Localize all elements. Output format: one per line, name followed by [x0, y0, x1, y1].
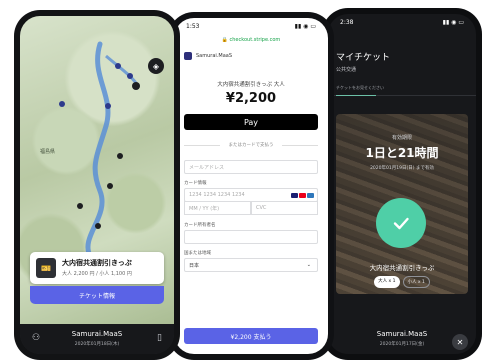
- page-title: マイチケット: [336, 53, 391, 63]
- merchant-logo-icon: [184, 52, 192, 60]
- cardholder-label: カード所有者名: [184, 223, 216, 228]
- map-screen: 福島県 ◈ 🎫 大内宿共通割引きっぷ 大人 2,200 円 / 小人 1,100…: [20, 16, 174, 354]
- adult-count-badge: 大人 x 1: [374, 276, 400, 288]
- remaining-label: 有効期限: [391, 135, 412, 141]
- passenger-counts: 大人 x 1 小人 x 1: [328, 276, 476, 288]
- map-town-label: 福島県: [40, 149, 56, 155]
- ticket-info-button[interactable]: チケット情報: [30, 286, 164, 304]
- card-brands-icon: [291, 193, 314, 198]
- product-name: 大内宿共通割引きっぷ 大人: [217, 82, 285, 88]
- bottom-bar: ⚇ Samurai.MaaS 2020年01月18日(木) ▯: [20, 324, 174, 354]
- cvc-input[interactable]: CVC: [251, 201, 318, 215]
- bus-stop-marker: [77, 203, 83, 209]
- bus-stop-marker: [105, 103, 111, 109]
- ticket-card[interactable]: 🎫 大内宿共通割引きっぷ 大人 2,200 円 / 小人 1,100 円: [30, 252, 164, 284]
- child-count-badge: 小人 x 1: [402, 276, 430, 288]
- check-icon: [376, 198, 426, 248]
- price: ¥2,200: [225, 91, 277, 106]
- bus-stop-marker: [127, 73, 133, 79]
- status-time: 2:38: [340, 18, 354, 26]
- country-select[interactable]: 日本 ⌄: [184, 258, 318, 272]
- tab-show-ticket[interactable]: チケットをお見せください: [336, 85, 384, 91]
- bus-stop-marker: [132, 82, 140, 90]
- ticket-price: 大人 2,200 円 / 小人 1,100 円: [62, 271, 132, 277]
- merchant-name: Samurai.MaaS: [196, 53, 232, 59]
- signal-icon: ▮▮ ◉ ▭: [294, 22, 316, 30]
- country-label: 国または地域: [184, 251, 211, 256]
- apple-pay-button[interactable]: Pay: [184, 114, 318, 130]
- valid-until: 2020年01月19日(日) まで有効: [370, 166, 434, 171]
- phone-ticket: 2:38 ▮▮ ◉ ▭ マイチケット 公共交通 チケットをお見せください 有効期…: [322, 8, 482, 360]
- remaining-time: 1日と21時間: [365, 146, 439, 160]
- ticket-screen: 2:38 ▮▮ ◉ ▭ マイチケット 公共交通 チケットをお見せください 有効期…: [328, 14, 476, 354]
- tab-indicator: [336, 95, 376, 96]
- email-field[interactable]: メールアドレス: [184, 160, 318, 174]
- country-value: 日本: [189, 262, 200, 269]
- bottom-bar: Samurai.MaaS 2020年01月17日(金) ✕: [328, 324, 476, 354]
- phone-checkout: 1:53 ▮▮ ◉ ▭ 🔒 checkout.stripe.com Samura…: [168, 12, 334, 360]
- card-info-label: カード情報: [184, 181, 207, 186]
- expiry-input[interactable]: MM / YY (年): [184, 201, 251, 215]
- brand-label: Samurai.MaaS: [71, 330, 123, 338]
- ticket-tabs: チケットをお見せください: [328, 82, 476, 96]
- checkout-screen: 1:53 ▮▮ ◉ ▭ 🔒 checkout.stripe.com Samura…: [174, 18, 328, 354]
- date-label: 2020年01月18日(木): [74, 342, 120, 347]
- layers-icon[interactable]: ◈: [148, 58, 164, 74]
- status-bar: 2:38 ▮▮ ◉ ▭: [328, 14, 476, 30]
- ticket-name: 大内宿共通割引きっぷ: [369, 264, 435, 272]
- status-time: 1:53: [186, 22, 200, 30]
- ticket-thumbnail-icon: 🎫: [36, 258, 56, 278]
- bus-stop-marker: [59, 101, 65, 107]
- cardholder-input[interactable]: [184, 230, 318, 244]
- bus-stop-marker: [107, 183, 113, 189]
- ticket-title: 大内宿共通割引きっぷ: [62, 259, 132, 267]
- phone-map: 福島県 ◈ 🎫 大内宿共通割引きっぷ 大人 2,200 円 / 小人 1,100…: [14, 10, 180, 360]
- url-bar[interactable]: 🔒 checkout.stripe.com: [174, 34, 328, 46]
- pay-button[interactable]: ¥2,200 支払う: [184, 328, 318, 344]
- chevron-down-icon: ⌄: [306, 262, 311, 268]
- bus-stop-marker: [95, 223, 101, 229]
- close-icon[interactable]: ✕: [452, 334, 468, 350]
- merchant: Samurai.MaaS: [184, 52, 232, 60]
- status-bar: 1:53 ▮▮ ◉ ▭: [174, 18, 328, 34]
- or-card-divider: またはカードで支払う: [184, 142, 318, 148]
- signal-icon: ▮▮ ◉ ▭: [442, 18, 464, 26]
- bus-stop-marker: [117, 153, 123, 159]
- phone-icon[interactable]: ▯: [157, 333, 162, 343]
- page-subtitle: 公共交通: [336, 67, 357, 73]
- bus-stop-marker: [115, 63, 121, 69]
